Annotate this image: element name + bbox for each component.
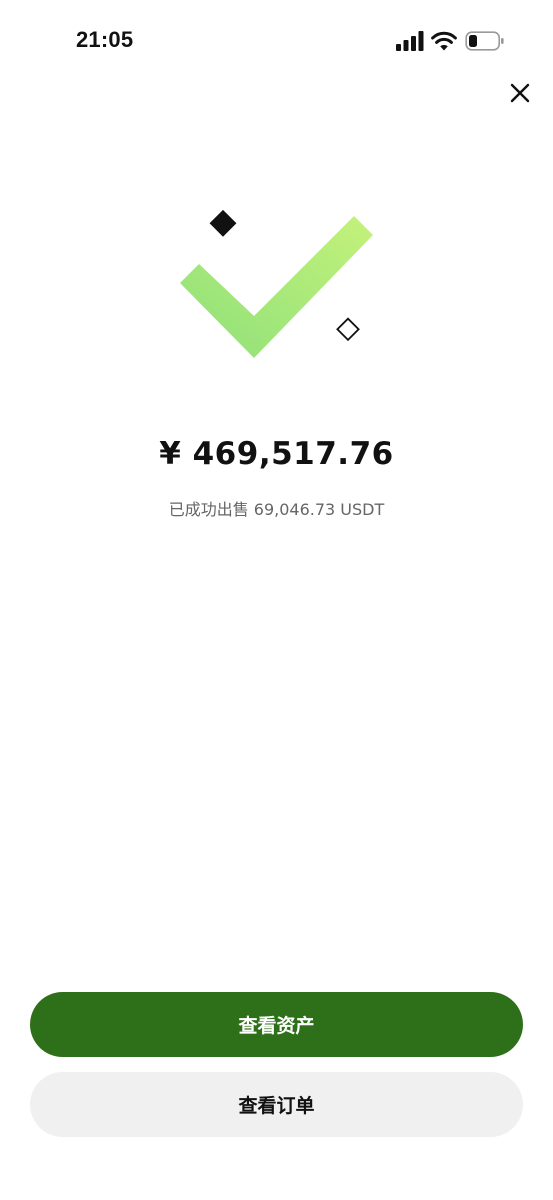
battery-low-icon: [465, 31, 504, 51]
status-bar: 21:05: [0, 0, 553, 80]
sale-description: 已成功出售 69,046.73 USDT: [168, 500, 385, 519]
view-orders-button[interactable]: 查看订单: [30, 1072, 523, 1137]
sale-amount: ¥ 469,517.76: [159, 436, 394, 472]
success-illustration: [160, 190, 400, 380]
close-icon: [510, 83, 530, 103]
cellular-signal-icon: [396, 31, 424, 51]
wifi-icon: [431, 31, 457, 51]
view-assets-button[interactable]: 查看资产: [30, 992, 523, 1057]
close-button[interactable]: [503, 76, 537, 110]
filled-diamond-shape: [209, 209, 237, 237]
status-time: 21:05: [76, 27, 134, 52]
status-icons: [396, 28, 505, 54]
success-checkmark-icon: [180, 209, 373, 358]
outline-diamond-shape: [336, 317, 360, 342]
